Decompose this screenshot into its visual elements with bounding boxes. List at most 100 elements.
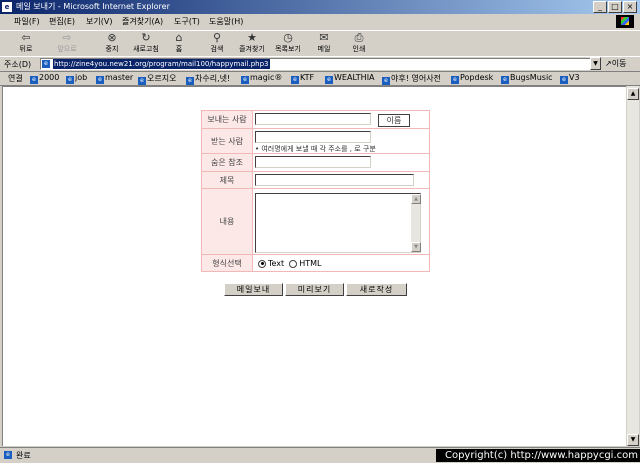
format-html-radio[interactable] (289, 259, 298, 268)
format-text-radio[interactable] (258, 259, 266, 268)
link-icon: e (501, 76, 509, 84)
window-controls: _ □ × (593, 1, 637, 13)
printer-icon: ⎙ (354, 31, 364, 44)
stop-icon: ⊗ (107, 31, 117, 44)
copyright-banner: Copyright(c) http://www.happycgi.com (436, 449, 640, 462)
receiver-label: 받는 사람 (202, 129, 253, 153)
link-yahoo-dictionary[interactable]: e 야후! 영어사전 (382, 73, 441, 85)
links-bar: 연결 e 2000 e job e master e 오르지오 e 차수리,넷! e mag… (0, 71, 640, 86)
cc-label: 숨은 참조 (202, 154, 253, 171)
format-options: Text HTML (258, 259, 321, 268)
address-input[interactable]: e http://zine4you.new21.org/program/mail… (40, 58, 600, 70)
print-button[interactable]: ⎙ 인쇄 (348, 32, 370, 54)
windows-logo-icon (616, 15, 634, 28)
link-icon: e (186, 77, 194, 85)
links-label: 연결 (8, 74, 23, 83)
link-icon: e (291, 76, 299, 84)
preview-button[interactable]: 미리보기 (285, 283, 344, 296)
link-wealthia[interactable]: e WEALTHIA (325, 73, 375, 84)
address-bar: 주소(D) e http://zine4you.new21.org/progra… (0, 56, 640, 72)
address-url[interactable]: http://zine4you.new21.org/program/mail10… (53, 59, 270, 69)
link-icon: e (560, 76, 568, 84)
forward-arrow-icon: ⇨ (62, 31, 72, 44)
link-icon: e (138, 77, 146, 85)
format-label: 형식선택 (202, 255, 253, 271)
refresh-button[interactable]: ↻ 새로고침 (130, 32, 162, 54)
menu-edit[interactable]: 편집(E) (49, 16, 75, 27)
link-2000[interactable]: e 2000 (30, 73, 59, 84)
link-chasuri[interactable]: e 차수리,넷! (186, 73, 230, 85)
mail-form: 보내는 사람 이름 받는 사람 • 여러명에게 보낼 때 각 주소를 , 로 구… (201, 110, 430, 272)
home-button[interactable]: ⌂ 홈 (170, 32, 188, 54)
menu-help[interactable]: 도움말(H) (209, 16, 243, 27)
link-icon: e (325, 76, 333, 84)
search-icon: ⚲ (212, 31, 222, 44)
favorites-button[interactable]: ★ 즐겨찾기 (234, 32, 270, 54)
back-button[interactable]: ⇦ 뒤로 (14, 32, 38, 54)
menu-file[interactable]: 파일(F) (14, 16, 40, 27)
sender-row: 보내는 사람 이름 (202, 111, 429, 129)
ie-icon: e (2, 2, 12, 12)
maximize-button[interactable]: □ (608, 1, 622, 13)
close-button[interactable]: × (623, 1, 637, 13)
send-mail-button[interactable]: 메일보내 (224, 283, 283, 296)
subject-row: 제목 (202, 172, 429, 189)
toolbar: ⇦ 뒤로 ⇨ 앞으로 ⊗ 중지 ↻ 새로고침 ⌂ 홈 ⚲ 검색 ★ 즐겨찾기 ◷ 목록보기 ✉ 메… (0, 31, 640, 57)
bcc-input[interactable] (255, 156, 371, 168)
link-icon: e (451, 76, 459, 84)
mail-button[interactable]: ✉ 메일 (313, 32, 335, 54)
textarea-scroll-up-icon[interactable]: ▲ (411, 194, 421, 204)
link-job[interactable]: e job (66, 73, 87, 84)
new-mail-button[interactable]: 새로작성 (346, 283, 407, 296)
body-label: 내용 (202, 189, 253, 254)
link-magic[interactable]: e magic® (241, 73, 282, 84)
search-button[interactable]: ⚲ 검색 (205, 32, 229, 54)
sender-label: 보내는 사람 (202, 111, 253, 128)
link-master[interactable]: e master (96, 73, 133, 84)
link-icon: e (96, 76, 104, 84)
menu-tools[interactable]: 도구(T) (174, 16, 200, 27)
scroll-down-icon[interactable]: ▼ (627, 434, 639, 446)
vertical-scrollbar[interactable]: ▲ ▼ (626, 86, 639, 446)
receiver-hint: • 여러명에게 보낼 때 각 주소를 , 로 구분 (255, 145, 376, 153)
status-bar: e 완료 Copyright(c) http://www.happycgi.co… (0, 447, 640, 463)
menu-bar: 파일(F) 편집(E) 보기(V) 즐겨찾기(A) 도구(T) 도움말(H) (0, 14, 640, 31)
link-ktf[interactable]: e KTF (291, 73, 314, 84)
link-icon: e (30, 76, 38, 84)
link-v3[interactable]: e V3 (560, 73, 580, 84)
link-orzio[interactable]: e 오르지오 (138, 73, 176, 85)
menu-view[interactable]: 보기(V) (86, 16, 112, 27)
history-button[interactable]: ◷ 목록보기 (272, 32, 304, 54)
go-button[interactable]: ↗이동 (605, 58, 626, 69)
stop-button[interactable]: ⊗ 중지 (100, 32, 124, 54)
subject-label: 제목 (202, 172, 253, 188)
body-textarea[interactable]: ▲ ▼ (255, 193, 421, 253)
minimize-button[interactable]: _ (593, 1, 607, 13)
link-icon: e (241, 76, 249, 84)
receiver-row: 받는 사람 • 여러명에게 보낼 때 각 주소를 , 로 구분 (202, 129, 429, 154)
back-arrow-icon: ⇦ (21, 31, 31, 44)
subject-input[interactable] (255, 174, 414, 186)
status-text: 완료 (16, 451, 31, 460)
page-icon: e (42, 60, 50, 68)
link-bugsmusic[interactable]: e BugsMusic (501, 73, 553, 84)
menu-favorites[interactable]: 즐겨찾기(A) (122, 16, 163, 27)
page-done-icon: e (4, 451, 12, 459)
address-dropdown-icon[interactable]: ▼ (590, 57, 601, 70)
address-label: 주소(D) (4, 60, 32, 69)
format-html-label[interactable]: HTML (299, 259, 321, 268)
mail-icon: ✉ (319, 31, 329, 44)
sender-email-input[interactable] (255, 113, 371, 125)
home-icon: ⌂ (175, 31, 183, 44)
receiver-input[interactable] (255, 131, 371, 143)
body-row: 내용 ▲ ▼ (202, 189, 429, 255)
link-popdesk[interactable]: e Popdesk (451, 73, 493, 84)
scroll-up-icon[interactable]: ▲ (627, 88, 639, 100)
favorites-icon: ★ (247, 31, 257, 44)
textarea-scrollbar[interactable]: ▲ ▼ (411, 194, 421, 252)
format-text-label[interactable]: Text (268, 259, 284, 268)
textarea-scroll-down-icon[interactable]: ▼ (411, 242, 421, 252)
window-title: 메일 보내기 - Microsoft Internet Explorer (16, 2, 170, 11)
forward-button[interactable]: ⇨ 앞으로 (52, 32, 82, 54)
sender-name-input[interactable]: 이름 (378, 114, 410, 127)
